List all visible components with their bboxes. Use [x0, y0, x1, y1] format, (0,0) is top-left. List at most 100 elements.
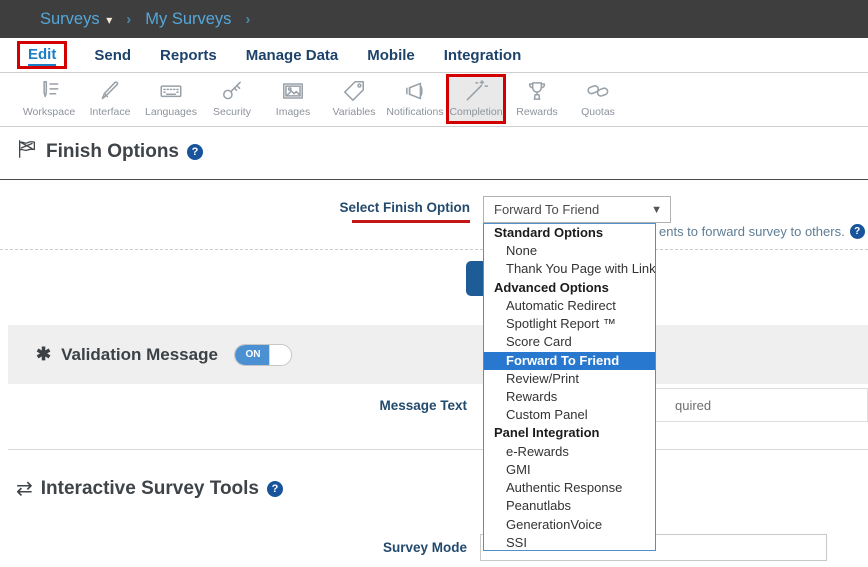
dropdown-option-peanutlabs[interactable]: Peanutlabs [484, 497, 655, 515]
quotas-links-icon [585, 77, 611, 105]
select-caret-icon: ▼ [651, 204, 662, 216]
finish-option-dropdown-list: Standard OptionsNoneThank You Page with … [483, 223, 656, 551]
workspace-pen-icon [36, 77, 62, 105]
toolbar-item-rewards[interactable]: Rewards [507, 74, 567, 124]
completion-wand-icon [463, 77, 489, 105]
interactive-tools-title: Interactive Survey Tools [41, 478, 259, 500]
security-key-icon [219, 77, 245, 105]
dropdown-option-score-card[interactable]: Score Card [484, 333, 655, 351]
toolbar-item-quotas[interactable]: Quotas [568, 74, 628, 124]
toolbar-item-interface[interactable]: Interface [80, 74, 140, 124]
section-divider [8, 449, 868, 450]
toolbar-item-languages[interactable]: Languages [141, 74, 201, 124]
breadcrumb-my-surveys[interactable]: My Surveys [145, 10, 231, 29]
annotation-underline [352, 220, 470, 223]
dashed-divider [0, 249, 868, 250]
toolbar-item-label: Rewards [516, 106, 557, 118]
toolbar-item-label: Languages [145, 106, 197, 118]
message-text-input[interactable]: quired [650, 388, 868, 422]
toolbar-item-label: Workspace [23, 106, 75, 118]
validation-message-section: ✱ Validation Message ON [8, 325, 868, 384]
tab-manage-data[interactable]: Manage Data [246, 47, 339, 64]
top-navbar: Surveys ▾ › My Surveys › [0, 0, 868, 38]
toggle-on-label: ON [235, 345, 271, 365]
dropdown-option-generationvoice[interactable]: GenerationVoice [484, 516, 655, 534]
finish-option-select-value: Forward To Friend [494, 202, 599, 217]
notifications-megaphone-icon [402, 77, 428, 105]
toolbar-item-completion[interactable]: Completion [446, 74, 506, 124]
dropdown-option-custom-panel[interactable]: Custom Panel [484, 406, 655, 424]
validation-message-title: Validation Message [61, 345, 218, 365]
dropdown-option-rewards[interactable]: Rewards [484, 388, 655, 406]
description-text: ents to forward survey to others. [659, 224, 845, 239]
images-picture-icon [280, 77, 306, 105]
interface-brush-icon [97, 77, 123, 105]
interactive-tools-header: ⇄ Interactive Survey Tools ? [16, 478, 283, 500]
help-icon[interactable]: ? [187, 144, 203, 160]
validation-message-toggle[interactable]: ON [234, 344, 292, 366]
tab-mobile[interactable]: Mobile [367, 47, 415, 64]
toolbar-item-label: Completion [449, 106, 502, 118]
tab-bar: Edit Send Reports Manage Data Mobile Integrat… [0, 38, 868, 73]
flag-icon [16, 138, 38, 165]
toolbar-item-label: Images [276, 106, 310, 118]
dropdown-option-gmi[interactable]: GMI [484, 461, 655, 479]
tab-reports[interactable]: Reports [160, 47, 217, 64]
section-divider [0, 179, 868, 180]
survey-mode-label: Survey Mode [383, 540, 467, 555]
tab-label: Integration [444, 47, 522, 64]
tab-integration[interactable]: Integration [444, 47, 522, 64]
toolbar-item-label: Quotas [581, 106, 615, 118]
tab-edit[interactable]: Edit [17, 41, 67, 69]
dropdown-group-advanced-options: Advanced Options [484, 279, 655, 297]
select-finish-option-label: Select Finish Option [339, 200, 470, 215]
toolbar-item-images[interactable]: Images [263, 74, 323, 124]
dropdown-group-standard-options: Standard Options [484, 224, 655, 242]
toolbar-item-workspace[interactable]: Workspace [19, 74, 79, 124]
languages-keyboard-icon [158, 77, 184, 105]
dropdown-option-e-rewards[interactable]: e-Rewards [484, 443, 655, 461]
finish-option-description: ents to forward survey to others. ? [659, 224, 865, 239]
dropdown-option-spotlight-report[interactable]: Spotlight Report ™ [484, 315, 655, 333]
dropdown-option-thank-you-page-with-link[interactable]: Thank You Page with Link [484, 260, 655, 278]
toolbar-item-label: Notifications [386, 106, 443, 118]
double-arrow-icon: ⇄ [16, 479, 33, 499]
toolbar-item-label: Variables [333, 106, 376, 118]
toolbar-item-label: Interface [90, 106, 131, 118]
tab-label: Mobile [367, 47, 415, 64]
toolbar-item-label: Security [213, 106, 251, 118]
tab-label: Send [94, 47, 131, 64]
toolbar-item-security[interactable]: Security [202, 74, 262, 124]
toolbar-item-notifications[interactable]: Notifications [385, 74, 445, 124]
dropdown-option-ssi[interactable]: SSI [484, 534, 655, 551]
dropdown-option-automatic-redirect[interactable]: Automatic Redirect [484, 297, 655, 315]
toolbar-item-variables[interactable]: Variables [324, 74, 384, 124]
finish-options-title: Finish Options [46, 141, 179, 163]
dropdown-group-panel-integration: Panel Integration [484, 424, 655, 442]
rewards-trophy-icon [524, 77, 550, 105]
page-root: Surveys ▾ › My Surveys › Edit Send Reports… [0, 0, 868, 567]
chevron-down-icon: ▾ [106, 13, 112, 27]
tab-label: Reports [160, 47, 217, 64]
finish-option-select[interactable]: Forward To Friend ▼ [483, 196, 671, 223]
dropdown-option-forward-to-friend[interactable]: Forward To Friend [484, 352, 655, 370]
breadcrumb-separator-icon: › [126, 11, 131, 28]
breadcrumb-my-surveys-label: My Surveys [145, 10, 231, 28]
finish-options-header: Finish Options ? [16, 138, 203, 165]
dropdown-option-none[interactable]: None [484, 242, 655, 260]
breadcrumb-surveys[interactable]: Surveys ▾ [40, 10, 112, 29]
tab-label: Edit [28, 46, 56, 66]
breadcrumb-surveys-label: Surveys [40, 10, 100, 28]
variables-tag-icon [341, 77, 367, 105]
dropdown-option-authentic-response[interactable]: Authentic Response [484, 479, 655, 497]
asterisk-icon: ✱ [36, 344, 51, 365]
help-icon[interactable]: ? [267, 481, 283, 497]
icon-toolbar: Workspace Interface Languages Security Image… [0, 74, 868, 127]
breadcrumb-separator-icon: › [245, 11, 250, 28]
dropdown-option-review-print[interactable]: Review/Print [484, 370, 655, 388]
message-text-value: quired [675, 398, 711, 413]
tab-label: Manage Data [246, 47, 339, 64]
tab-send[interactable]: Send [94, 47, 131, 64]
toggle-knob [269, 345, 291, 365]
help-icon[interactable]: ? [850, 224, 865, 239]
